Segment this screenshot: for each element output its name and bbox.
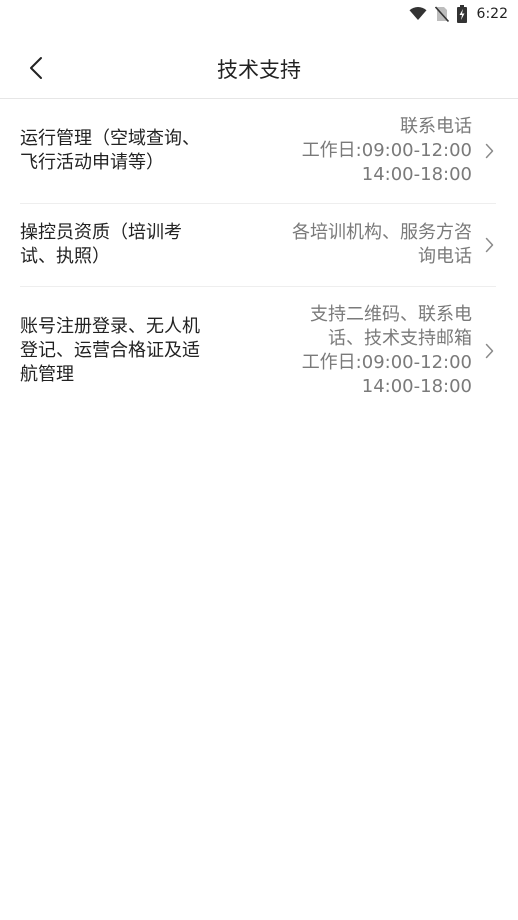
list-item-label: 操控员资质（培训考 试、执照） (20, 221, 235, 269)
label-line: 运行管理（空域查询、 (20, 128, 200, 149)
list-item-operator-qualification[interactable]: 操控员资质（培训考 试、执照） 各培训机构、服务方咨 询电话 (20, 204, 496, 287)
label-line: 操控员资质（培训考 (20, 222, 182, 243)
detail-line: 询电话 (418, 246, 472, 267)
detail-line: 各培训机构、服务方咨 (292, 222, 472, 243)
chevron-right-icon (482, 237, 496, 253)
wifi-icon (409, 7, 427, 21)
detail-line: 联系电话 (400, 116, 472, 137)
chevron-right-icon (482, 343, 496, 359)
page-title: 技术支持 (217, 58, 301, 82)
app-bar: 技术支持 (0, 40, 518, 99)
detail-line: 14:00-18:00 (361, 164, 472, 185)
battery-charging-icon (456, 5, 467, 23)
list-item-flight-operations[interactable]: 运行管理（空域查询、 飞行活动申请等） 联系电话 工作日:09:00-12:00… (20, 99, 496, 204)
label-line: 航管理 (20, 364, 74, 385)
list-item-account-registration[interactable]: 账号注册登录、无人机 登记、运营合格证及适 航管理 支持二维码、联系电 话、技术… (20, 287, 496, 415)
label-line: 登记、运营合格证及适 (20, 340, 200, 361)
list-item-label: 账号注册登录、无人机 登记、运营合格证及适 航管理 (20, 315, 235, 387)
label-line: 账号注册登录、无人机 (20, 316, 200, 337)
detail-line: 工作日:09:00-12:00 (301, 352, 472, 373)
list-item-detail: 支持二维码、联系电 话、技术支持邮箱 工作日:09:00-12:00 14:00… (235, 303, 482, 399)
label-line: 试、执照） (20, 246, 110, 267)
list-item-detail: 联系电话 工作日:09:00-12:00 14:00-18:00 (235, 115, 482, 187)
list-item-detail: 各培训机构、服务方咨 询电话 (235, 221, 482, 269)
no-sim-icon (434, 6, 449, 22)
list-item-label: 运行管理（空域查询、 飞行活动申请等） (20, 127, 235, 175)
detail-line: 话、技术支持邮箱 (328, 328, 472, 349)
detail-line: 支持二维码、联系电 (310, 304, 472, 325)
status-bar: 6:22 (0, 0, 518, 28)
chevron-right-icon (482, 143, 496, 159)
support-list: 运行管理（空域查询、 飞行活动申请等） 联系电话 工作日:09:00-12:00… (0, 99, 518, 415)
detail-line: 工作日:09:00-12:00 (301, 140, 472, 161)
label-line: 飞行活动申请等） (20, 152, 164, 173)
status-time: 6:22 (476, 6, 508, 22)
detail-line: 14:00-18:00 (361, 376, 472, 397)
